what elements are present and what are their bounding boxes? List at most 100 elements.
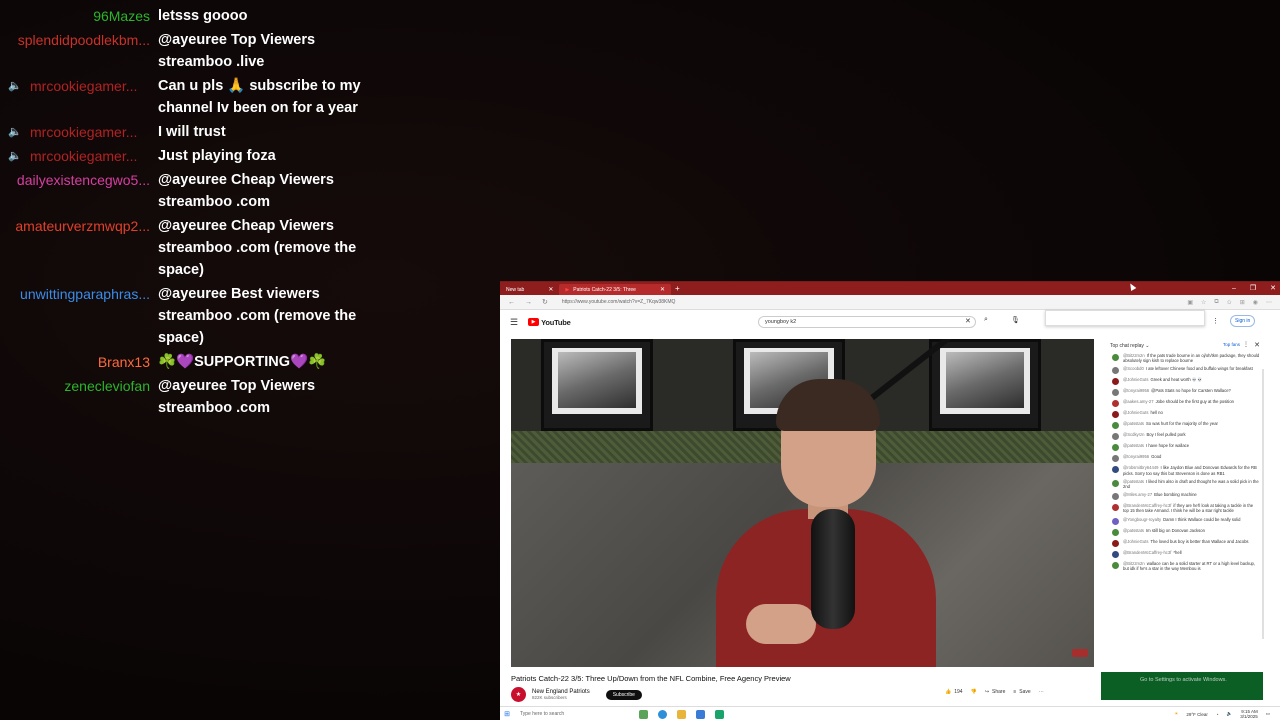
- live-chat-author[interactable]: @JohnieGuts: [1123, 539, 1148, 544]
- chat-menu-icon[interactable]: ⋮: [1243, 341, 1249, 348]
- youtube-header: ☰ ▶ YouTube youngboy k2 ✕ ⌕ 🎙 ⋮ Sign in: [500, 310, 1280, 334]
- clock[interactable]: 9:15 AM 3/1/2025: [1240, 709, 1258, 719]
- chat-username[interactable]: unwittingparaphras...: [20, 286, 150, 302]
- chat-username[interactable]: Branx13: [98, 354, 150, 370]
- avatar[interactable]: [1112, 422, 1119, 430]
- live-chat-author[interactable]: @patsstats: [1123, 528, 1144, 533]
- edge-icon[interactable]: [658, 709, 667, 719]
- address-bar[interactable]: https://www.youtube.com/watch?v=Z_7Kqw38…: [558, 299, 1008, 305]
- save-button[interactable]: ≡ Save: [1013, 689, 1030, 695]
- windows-start-icon[interactable]: ⊞: [500, 710, 514, 718]
- live-chat-author[interactable]: @patsstats: [1123, 421, 1144, 426]
- chat-username[interactable]: mrcookiegamer...: [30, 78, 137, 94]
- avatar[interactable]: [1112, 411, 1119, 419]
- maximize-icon[interactable]: ❐: [1250, 282, 1256, 295]
- microphone-icon[interactable]: 🎙: [1011, 316, 1020, 324]
- chat-username[interactable]: zenecleviofan: [64, 378, 150, 394]
- live-chat-author[interactable]: @tonyrai9956: [1123, 454, 1149, 459]
- widgets-icon[interactable]: [639, 709, 648, 719]
- live-chat-author[interactable]: @aakes.amy-27: [1123, 399, 1154, 404]
- chat-username[interactable]: 96Mazes: [93, 8, 150, 24]
- live-chat-author[interactable]: @tonyrai9956: [1123, 388, 1149, 393]
- wifi-icon[interactable]: ◔: [1216, 712, 1219, 717]
- new-tab-icon[interactable]: +: [675, 284, 680, 293]
- live-chat-author[interactable]: @Yongbougr-royalty: [1123, 517, 1161, 522]
- extensions-icon[interactable]: ⧉: [1214, 299, 1218, 306]
- live-chat-message: @JohnieGuts hell no: [1102, 410, 1266, 419]
- avatar[interactable]: [1112, 479, 1119, 487]
- chat-username[interactable]: splendidpoodlekbm...: [18, 32, 150, 48]
- collections-icon[interactable]: ⊞: [1240, 299, 1245, 306]
- youtube-logo[interactable]: ▶ YouTube: [528, 318, 571, 327]
- avatar[interactable]: [1112, 550, 1119, 558]
- chat-mode-dropdown[interactable]: Top chat replay ⌄: [1110, 343, 1150, 349]
- star-icon[interactable]: ☆: [1201, 299, 1206, 306]
- menu-icon[interactable]: ☰: [510, 317, 518, 328]
- video-player[interactable]: [511, 339, 1094, 667]
- store-icon[interactable]: [715, 709, 724, 719]
- avatar[interactable]: [1112, 444, 1119, 452]
- live-chat-author[interactable]: @patsstats: [1123, 443, 1144, 448]
- live-chat-author[interactable]: @BrandenMcCaffrey-hc3f: [1123, 550, 1171, 555]
- more-icon[interactable]: ⋯: [1266, 299, 1272, 306]
- avatar[interactable]: [1112, 466, 1119, 474]
- live-chat-author[interactable]: @Scoobd0: [1123, 366, 1144, 371]
- close-tab-icon[interactable]: ✕: [548, 286, 553, 293]
- search-icon[interactable]: ⌕: [984, 316, 988, 324]
- avatar[interactable]: [1112, 389, 1119, 397]
- favorites-icon[interactable]: ✩: [1227, 299, 1232, 306]
- avatar[interactable]: [1112, 561, 1119, 569]
- chat-message-text: Can u pls 🙏 subscribe to my channel Iv b…: [158, 78, 361, 116]
- chat-username[interactable]: dailyexistencegwo5...: [17, 172, 150, 188]
- avatar[interactable]: [1112, 400, 1119, 408]
- avatar[interactable]: [1112, 504, 1119, 512]
- tab-youtube-video[interactable]: ▶ Patriots Catch-22 3/5: Three ✕: [559, 284, 671, 295]
- avatar[interactable]: [1112, 493, 1119, 501]
- mail-icon[interactable]: [696, 709, 705, 719]
- close-chat-icon[interactable]: ✕: [1254, 341, 1260, 349]
- chat-username[interactable]: amateurverzmwqp2...: [15, 218, 150, 234]
- live-chat-author[interactable]: @Scdkyrzn: [1123, 432, 1144, 437]
- forward-icon[interactable]: →: [525, 299, 532, 306]
- live-chat-author[interactable]: @JohnieGuts: [1123, 377, 1148, 382]
- avatar[interactable]: [1112, 367, 1119, 375]
- reader-icon[interactable]: ▣: [1187, 299, 1193, 306]
- avatar[interactable]: [1112, 455, 1119, 463]
- chat-scrollbar[interactable]: [1262, 369, 1264, 639]
- notifications-icon[interactable]: ▭: [1266, 711, 1270, 717]
- weather-text[interactable]: 29°F Clear: [1186, 712, 1208, 717]
- file-explorer-icon[interactable]: [677, 709, 686, 719]
- avatar[interactable]: [1112, 433, 1119, 441]
- clear-search-icon[interactable]: ✕: [965, 317, 971, 325]
- like-button[interactable]: 👍 194: [945, 689, 963, 695]
- avatar[interactable]: [1112, 378, 1119, 386]
- taskbar-apps: [639, 709, 724, 719]
- avatar[interactable]: [1112, 354, 1119, 361]
- settings-kebab-icon[interactable]: ⋮: [1212, 317, 1219, 325]
- close-tab-icon[interactable]: ✕: [660, 286, 665, 293]
- minimize-icon[interactable]: –: [1232, 282, 1236, 295]
- sign-in-button[interactable]: Sign in: [1230, 315, 1256, 327]
- live-chat-author[interactable]: @JohnieGuts: [1123, 410, 1148, 415]
- share-button[interactable]: ↪ Share: [985, 689, 1006, 695]
- profile-icon[interactable]: ◉: [1253, 299, 1258, 306]
- live-chat-text: @BrandenMcCaffrey-hc3f if they are he'll …: [1123, 503, 1260, 513]
- search-input[interactable]: youngboy k2: [758, 316, 976, 328]
- avatar[interactable]: [1112, 539, 1119, 547]
- close-window-icon[interactable]: ✕: [1270, 282, 1276, 295]
- subscribe-button[interactable]: Subscribe: [605, 689, 642, 700]
- back-icon[interactable]: ←: [508, 299, 515, 306]
- refresh-icon[interactable]: ↻: [542, 298, 548, 306]
- avatar[interactable]: [1112, 517, 1119, 525]
- tab-new-tab[interactable]: New tab ✕: [500, 284, 559, 295]
- volume-icon[interactable]: 🔈: [1227, 711, 1233, 717]
- more-actions-button[interactable]: ⋯: [1039, 689, 1044, 695]
- channel-avatar[interactable]: ★: [511, 687, 526, 702]
- chat-username[interactable]: mrcookiegamer...: [30, 124, 137, 140]
- dislike-button[interactable]: 👎: [971, 689, 977, 695]
- live-chat-author[interactable]: @Miles.amy-27: [1123, 492, 1152, 497]
- top-fans-button[interactable]: Top fans: [1223, 342, 1240, 347]
- taskbar-search-input[interactable]: Type here to search: [514, 711, 614, 717]
- avatar[interactable]: [1112, 528, 1119, 536]
- chat-username[interactable]: mrcookiegamer...: [30, 148, 137, 164]
